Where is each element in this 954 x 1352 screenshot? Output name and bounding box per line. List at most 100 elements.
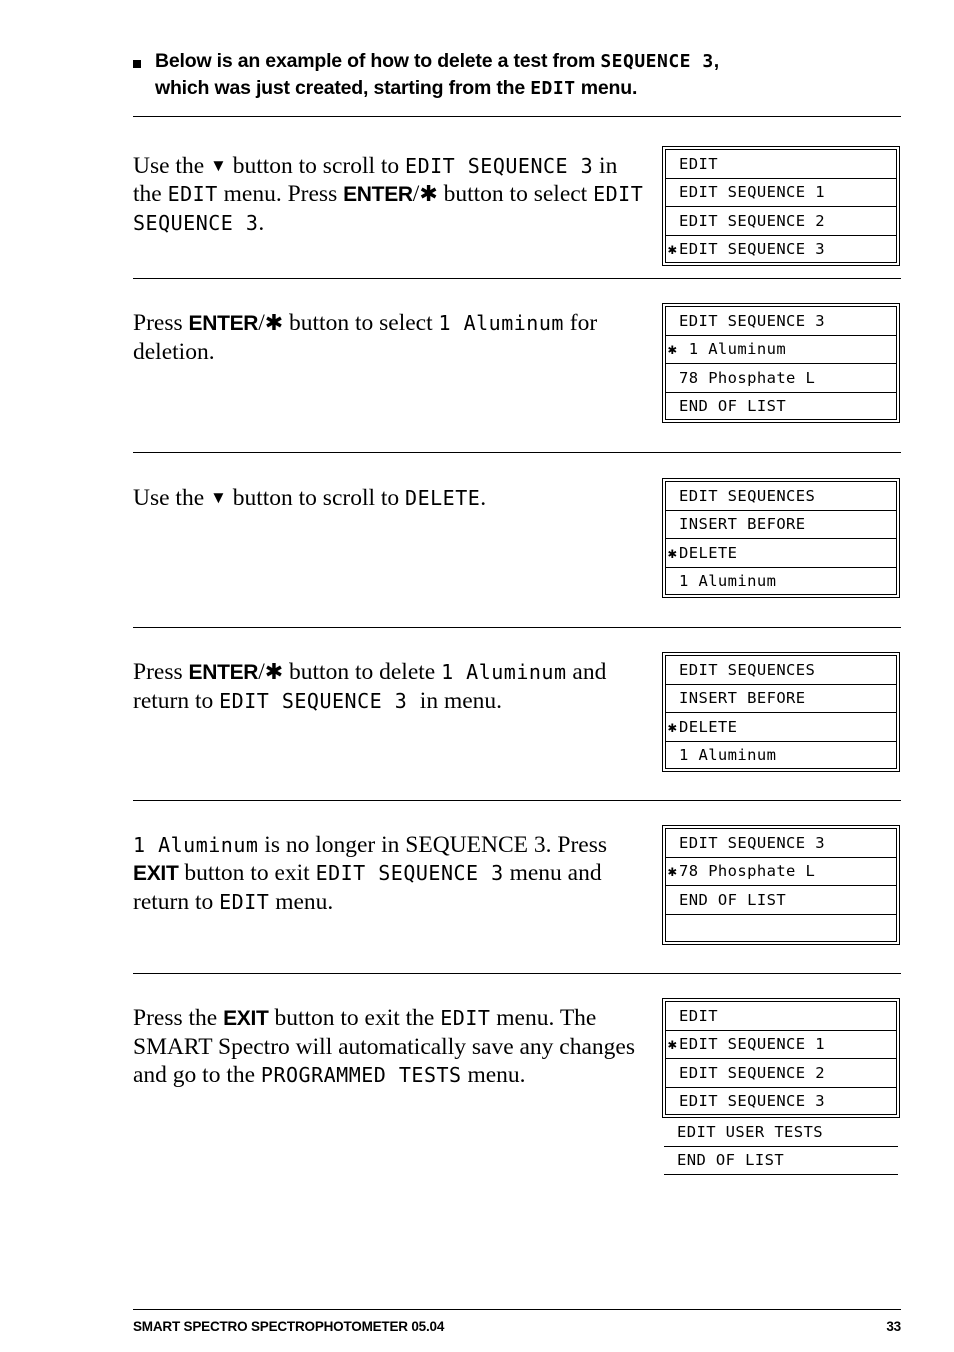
- lcd-row-label: END OF LIST: [677, 1151, 785, 1170]
- lcd-display: EDIT SEQUENCES INSERT BEFORE ✱ DELETE 1 Alum…: [662, 478, 900, 598]
- prose-text: button to scroll to: [226, 153, 406, 179]
- lcd-row[interactable]: [665, 913, 897, 942]
- lcd-row[interactable]: EDIT SEQUENCE 3: [665, 306, 897, 335]
- lcd-row[interactable]: EDIT SEQUENCE 3: [665, 1086, 897, 1115]
- device-menu-text: PROGRAMMED TESTS: [260, 1063, 462, 1087]
- prose-text: Press: [133, 310, 189, 336]
- prose-text: in menu.: [419, 688, 503, 714]
- lcd-row[interactable]: 1 Aluminum: [665, 740, 897, 769]
- prose-text: button to select: [283, 310, 439, 336]
- instruction-text: Press ENTER/✱ button to select 1 Aluminu…: [133, 303, 648, 366]
- lcd-row-label: EDIT SEQUENCE 2: [679, 211, 825, 230]
- prose-text: button to select: [437, 181, 594, 207]
- page-footer: SMART SPECTRO SPECTROPHOTOMETER 05.04 33: [133, 1309, 901, 1352]
- lcd-row[interactable]: END OF LIST: [665, 391, 897, 420]
- lcd-display: EDIT SEQUENCE 3 ✱ 78 Phosphate L END OF LIS…: [662, 825, 900, 945]
- lcd-display: EDIT SEQUENCE 3 ✱ 1 Aluminum 78 Phosphate …: [662, 303, 900, 423]
- section-divider: [133, 627, 901, 628]
- asterisk-icon: ✱: [264, 659, 284, 684]
- keypad-button-name: ENTER: [343, 183, 413, 206]
- lcd-cell: EDIT SEQUENCES INSERT BEFORE ✱ DELETE 1 Alum…: [648, 652, 901, 772]
- lcd-cell: EDIT ✱ EDIT SEQUENCE 1 EDIT SEQUENCE 2 EDIT …: [648, 998, 901, 1175]
- lcd-row-label: EDIT: [679, 154, 718, 173]
- lcd-row[interactable]: EDIT SEQUENCES: [665, 481, 897, 510]
- lcd-screen-step-1: EDIT EDIT SEQUENCE 1 EDIT SEQUENCE 2 ✱ EDIT …: [662, 146, 900, 266]
- lcd-row[interactable]: EDIT USER TESTS: [664, 1118, 898, 1147]
- lcd-screen-step-2: EDIT SEQUENCE 3 ✱ 1 Aluminum 78 Phosphate …: [662, 303, 900, 423]
- lcd-row[interactable]: END OF LIST: [664, 1147, 898, 1175]
- lcd-row-label: END OF LIST: [679, 890, 787, 909]
- prose-text: menu. Press: [217, 181, 344, 207]
- device-menu-text: EDIT SEQUENCE 3: [219, 689, 420, 713]
- asterisk-icon: ✱: [264, 310, 284, 335]
- lcd-row[interactable]: INSERT BEFORE: [665, 509, 897, 538]
- asterisk-icon: ✱: [419, 181, 438, 206]
- instruction-text: Use the ▼ button to scroll to EDIT SEQUE…: [133, 146, 648, 237]
- heading-line1-suffix: ,: [713, 50, 719, 72]
- prose-text: Press: [133, 659, 189, 685]
- section-divider: [133, 116, 901, 117]
- lcd-row-label: EDIT SEQUENCE 3: [679, 311, 825, 330]
- prose-text: menu.: [461, 1062, 526, 1088]
- lcd-overflow-rows: EDIT USER TESTS END OF LIST: [662, 1118, 900, 1175]
- prose-text: button to delete: [283, 659, 442, 685]
- lcd-row[interactable]: ✱ DELETE: [665, 712, 897, 741]
- lcd-cell: EDIT EDIT SEQUENCE 1 EDIT SEQUENCE 2 ✱ EDIT …: [648, 146, 901, 266]
- lcd-row[interactable]: ✱ DELETE: [665, 538, 897, 567]
- prose-text: button to scroll to: [226, 485, 406, 511]
- down-arrow-icon: ▼: [210, 156, 227, 175]
- lcd-row[interactable]: EDIT SEQUENCE 2: [665, 1058, 897, 1087]
- prose-text: Use the: [133, 153, 211, 179]
- lcd-display: EDIT ✱ EDIT SEQUENCE 1 EDIT SEQUENCE 2 EDIT …: [662, 998, 900, 1175]
- lcd-row-label: EDIT USER TESTS: [677, 1122, 823, 1141]
- lcd-display: EDIT SEQUENCES INSERT BEFORE ✱ DELETE 1 Alum…: [662, 652, 900, 772]
- lcd-row-label: EDIT SEQUENCES: [679, 486, 816, 505]
- lcd-row[interactable]: EDIT SEQUENCE 3: [665, 828, 897, 857]
- square-bullet-icon: [133, 60, 141, 68]
- device-menu-text: EDIT SEQUENCE 3: [315, 861, 504, 885]
- keypad-button-name: EXIT: [223, 1007, 269, 1030]
- lcd-row[interactable]: EDIT: [665, 149, 897, 178]
- heading-line2-prefix: which was just created, starting from th…: [155, 77, 531, 99]
- lcd-row-label: EDIT SEQUENCE 3: [679, 239, 825, 258]
- lcd-row-label: 1 Aluminum: [679, 745, 777, 764]
- lcd-row[interactable]: EDIT SEQUENCE 2: [665, 206, 897, 235]
- lcd-row[interactable]: END OF LIST: [665, 885, 897, 914]
- heading-line2-suffix: menu.: [575, 77, 638, 99]
- heading-text: Below is an example of how to delete a t…: [155, 48, 895, 102]
- lcd-row[interactable]: EDIT SEQUENCES: [665, 655, 897, 684]
- lcd-row[interactable]: ✱ EDIT SEQUENCE 1: [665, 1029, 897, 1058]
- lcd-cell: EDIT SEQUENCE 3 ✱ 78 Phosphate L END OF LIS…: [648, 825, 901, 945]
- lcd-row[interactable]: ✱ EDIT SEQUENCE 3: [665, 234, 897, 263]
- lcd-row[interactable]: EDIT: [665, 1001, 897, 1030]
- instruction-step: Press the EXIT button to exit the EDIT m…: [133, 998, 901, 1175]
- lcd-row[interactable]: ✱ 1 Aluminum: [665, 334, 897, 363]
- lcd-row[interactable]: 1 Aluminum: [665, 566, 897, 595]
- heading-line1-mono: SEQUENCE 3: [600, 51, 714, 72]
- lcd-row-label: EDIT SEQUENCE 3: [679, 1091, 825, 1110]
- page-heading: Below is an example of how to delete a t…: [133, 0, 901, 102]
- prose-text: menu.: [269, 889, 334, 915]
- lcd-row[interactable]: EDIT SEQUENCE 1: [665, 177, 897, 206]
- lcd-row[interactable]: 78 Phosphate L: [665, 363, 897, 392]
- footer-divider: [133, 1309, 901, 1310]
- prose-text: .: [480, 485, 487, 511]
- heading-line1-prefix: Below is an example of how to delete a t…: [155, 50, 601, 72]
- lcd-row-label: INSERT BEFORE: [679, 515, 806, 534]
- selection-asterisk-icon: ✱: [667, 862, 678, 881]
- selection-asterisk-icon: ✱: [667, 340, 678, 359]
- lcd-cell: EDIT SEQUENCES INSERT BEFORE ✱ DELETE 1 Alum…: [648, 478, 901, 598]
- keypad-button-name: EXIT: [133, 862, 179, 885]
- selection-asterisk-icon: ✱: [667, 239, 678, 258]
- section-divider: [133, 452, 901, 453]
- instruction-step: 1 Aluminum is no longer in SEQUENCE 3. P…: [133, 825, 901, 945]
- selection-asterisk-icon: ✱: [667, 1035, 678, 1054]
- device-menu-text: EDIT SEQUENCE 3: [405, 154, 594, 178]
- lcd-row[interactable]: ✱ 78 Phosphate L: [665, 856, 897, 885]
- lcd-row-label: EDIT SEQUENCE 2: [679, 1063, 825, 1082]
- lcd-row[interactable]: INSERT BEFORE: [665, 683, 897, 712]
- lcd-row-label: END OF LIST: [679, 396, 787, 415]
- prose-text: button to exit the: [268, 1005, 441, 1031]
- lcd-row-label: INSERT BEFORE: [679, 689, 806, 708]
- section-divider: [133, 973, 901, 974]
